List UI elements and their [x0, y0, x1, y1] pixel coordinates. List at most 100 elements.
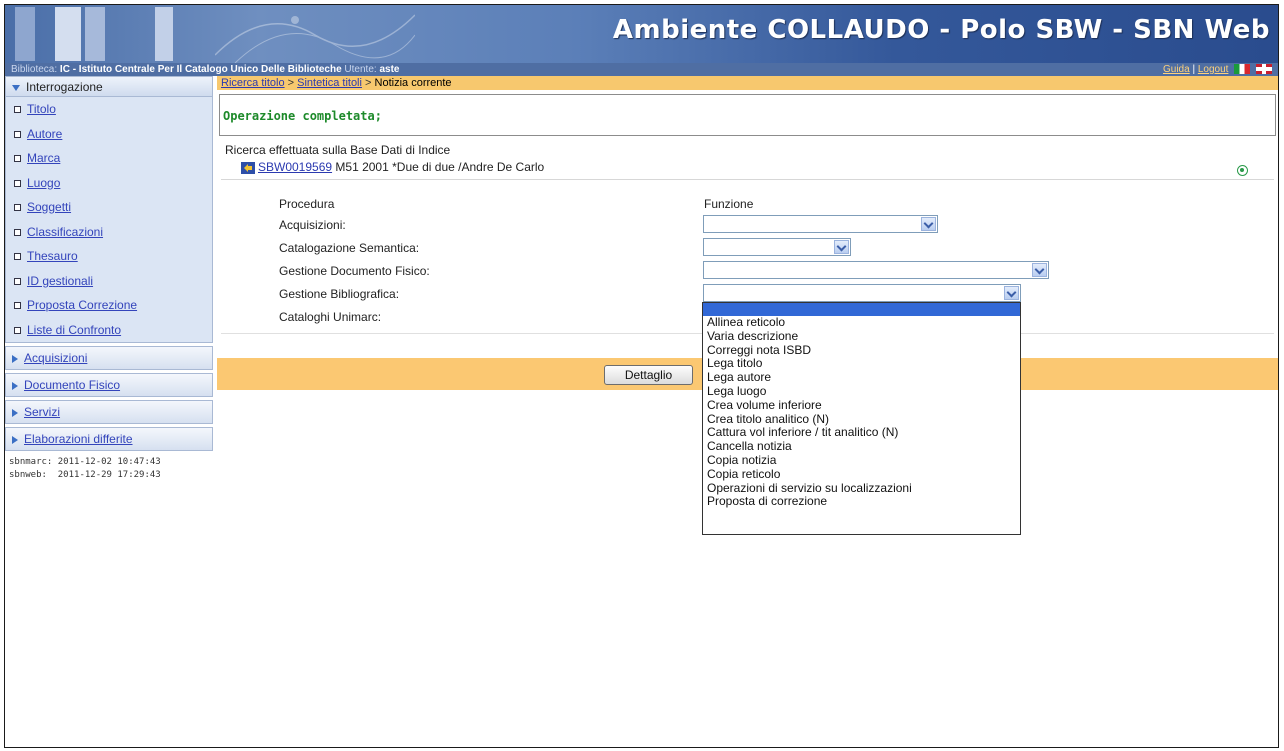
chevron-down-icon [1004, 286, 1019, 300]
sbnweb-timestamp: sbnweb: 2011-12-29 17:29:43 [9, 470, 161, 480]
divider [221, 179, 1274, 180]
view-record-icon[interactable] [1237, 165, 1248, 176]
sidebar: Interrogazione Titolo Autore Marca Luogo… [5, 76, 213, 747]
dropdown-option[interactable]: Allinea reticolo [703, 315, 1020, 330]
sidebar-item-label[interactable]: Classificazioni [27, 225, 103, 239]
sidebar-item-titolo[interactable]: Titolo [6, 97, 212, 122]
link-separator: | [1192, 64, 1196, 75]
bullet-icon [14, 277, 21, 285]
status-message-box: Operazione completata; [219, 94, 1276, 136]
bullet-icon [14, 228, 21, 236]
sidebar-section-interrogazione[interactable]: Interrogazione [5, 76, 213, 97]
user-label: Utente: [344, 64, 377, 75]
bullet-icon [14, 106, 21, 114]
sidebar-item-luogo[interactable]: Luogo [6, 171, 212, 196]
current-record: SBW0019569 M51 2001 *Due di due /Andre D… [241, 160, 544, 174]
sidebar-item-liste-di-confronto[interactable]: Liste di Confronto [6, 318, 212, 343]
col-header-funzione: Funzione [704, 197, 754, 211]
dropdown-option[interactable]: Copia reticolo [703, 467, 1020, 482]
dropdown-option[interactable]: Lega autore [703, 370, 1020, 385]
dropdown-option[interactable]: Lega luogo [703, 384, 1020, 399]
help-link[interactable]: Guida [1163, 64, 1190, 75]
sidebar-item-marca[interactable]: Marca [6, 146, 212, 171]
status-message: Operazione completata; [223, 109, 382, 123]
sidebar-item-label[interactable]: Thesauro [27, 249, 78, 263]
library-name: - Istituto Centrale Per Il Catalogo Unic… [72, 64, 342, 75]
sidebar-item-label[interactable]: Liste di Confronto [27, 323, 121, 337]
search-source-note: Ricerca effettuata sulla Base Dati di In… [225, 143, 451, 157]
bullet-icon [14, 130, 21, 138]
sidebar-item-label[interactable]: ID gestionali [27, 274, 93, 288]
sidebar-item-thesauro[interactable]: Thesauro [6, 244, 212, 269]
gestione-bibliografica-dropdown-list: Allinea reticolo Varia descrizione Corregg… [702, 302, 1021, 535]
sidebar-section-label[interactable]: Acquisizioni [24, 351, 87, 365]
dropdown-options: Allinea reticolo Varia descrizione Corregg… [703, 315, 1020, 509]
dropdown-option[interactable]: Operazioni di servizio su localizzazioni [703, 481, 1020, 496]
chevron-right-icon [12, 408, 18, 417]
chevron-down-icon [834, 240, 849, 254]
dropdown-option[interactable]: Varia descrizione [703, 329, 1020, 344]
sidebar-item-label[interactable]: Titolo [27, 102, 56, 116]
sbnmarc-timestamp: sbnmarc: 2011-12-02 10:47:43 [9, 457, 161, 467]
select-gestione-documento-fisico[interactable] [703, 261, 1049, 279]
sidebar-item-id-gestionali[interactable]: ID gestionali [6, 269, 212, 294]
top-links: Guida | Logout [1163, 63, 1272, 76]
books-logo-image [15, 7, 205, 61]
chevron-right-icon [12, 435, 18, 444]
select-gestione-bibliografica[interactable] [703, 284, 1021, 302]
record-id-link[interactable]: SBW0019569 [258, 160, 332, 174]
chevron-down-icon [12, 84, 20, 91]
dropdown-option[interactable]: Copia notizia [703, 453, 1020, 468]
chevron-right-icon [12, 354, 18, 363]
sidebar-menu: Titolo Autore Marca Luogo Soggetti Class… [5, 97, 213, 343]
sidebar-item-label[interactable]: Autore [27, 127, 62, 141]
sidebar-section-documento-fisico[interactable]: Documento Fisico [5, 373, 213, 397]
dropdown-option[interactable]: Proposta di correzione [703, 495, 1020, 509]
sidebar-section-label[interactable]: Elaborazioni differite [24, 432, 133, 446]
sidebar-section-servizi[interactable]: Servizi [5, 400, 213, 424]
select-catalogazione-semantica[interactable] [703, 238, 851, 256]
library-label: Biblioteca: [11, 64, 58, 75]
breadcrumb-current: Notizia corrente [374, 77, 452, 89]
sidebar-section-label[interactable]: Servizi [24, 405, 60, 419]
breadcrumb: Ricerca titolo > Sintetica titoli > Noti… [217, 76, 1278, 90]
dropdown-option[interactable]: Cattura vol inferiore / tit analitico (N… [703, 426, 1020, 440]
sidebar-item-classificazioni[interactable]: Classificazioni [6, 220, 212, 245]
bullet-icon [14, 326, 21, 334]
select-acquisizioni[interactable] [703, 215, 938, 233]
english-flag-icon[interactable] [1256, 64, 1272, 75]
chevron-down-icon [1032, 263, 1047, 277]
dropdown-option[interactable]: Lega titolo [703, 357, 1020, 371]
user-name: aste [379, 64, 400, 75]
sidebar-section-acquisizioni[interactable]: Acquisizioni [5, 346, 213, 370]
bullet-icon [14, 204, 21, 212]
record-link-icon[interactable] [241, 161, 255, 174]
sidebar-item-label[interactable]: Marca [27, 151, 60, 165]
sidebar-item-label[interactable]: Soggetti [27, 200, 71, 214]
record-description: M51 2001 *Due di due /Andre De Carlo [335, 160, 545, 174]
main-content: Ricerca titolo > Sintetica titoli > Noti… [217, 76, 1278, 747]
dettaglio-button[interactable]: Dettaglio [604, 365, 693, 385]
italian-flag-icon[interactable] [1234, 64, 1251, 75]
dropdown-option[interactable]: Crea volume inferiore [703, 398, 1020, 413]
sidebar-item-soggetti[interactable]: Soggetti [6, 195, 212, 220]
sidebar-section-label[interactable]: Documento Fisico [24, 378, 120, 392]
sidebar-item-label[interactable]: Proposta Correzione [27, 298, 137, 312]
sidebar-item-label[interactable]: Luogo [27, 176, 60, 190]
dropdown-option[interactable]: Crea titolo analitico (N) [703, 412, 1020, 427]
breadcrumb-separator: > [287, 77, 295, 89]
sidebar-item-proposta-correzione[interactable]: Proposta Correzione [6, 293, 212, 318]
breadcrumb-sintetica-titoli[interactable]: Sintetica titoli [297, 77, 362, 89]
sidebar-section-title: Interrogazione [26, 80, 103, 94]
sidebar-item-autore[interactable]: Autore [6, 122, 212, 147]
library-code: IC [59, 64, 70, 75]
sidebar-section-elaborazioni-differite[interactable]: Elaborazioni differite [5, 427, 213, 451]
logout-link[interactable]: Logout [1198, 64, 1229, 75]
dropdown-option[interactable]: Cancella notizia [703, 439, 1020, 454]
dropdown-option[interactable]: Correggi nota ISBD [703, 343, 1020, 358]
user-info-bar: Biblioteca: IC - Istituto Centrale Per I… [5, 63, 1278, 76]
decorative-pattern [215, 14, 415, 63]
breadcrumb-ricerca-titolo[interactable]: Ricerca titolo [221, 77, 285, 89]
label-acquisizioni: Acquisizioni: [279, 218, 346, 232]
app-window: Ambiente COLLAUDO - Polo SBW - SBN Web B… [4, 4, 1279, 748]
